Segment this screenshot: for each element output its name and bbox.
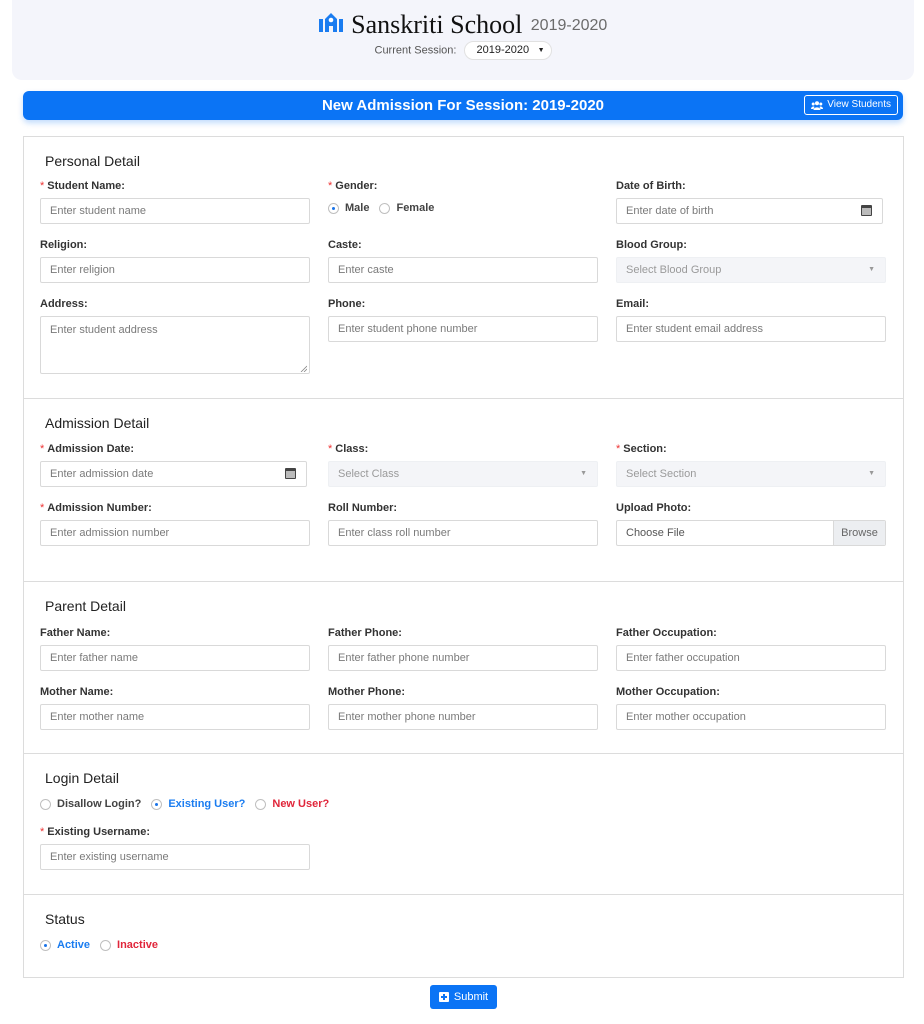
calendar-icon[interactable] <box>861 205 872 216</box>
class-field: * Class: Select Class ▼ <box>328 443 598 487</box>
existing-user-radio[interactable]: Existing User? <box>151 798 245 810</box>
dob-field: Date of Birth: Enter date of birth <box>616 180 883 224</box>
required-marker: * <box>40 826 45 838</box>
school-name: Sanskriti School <box>351 10 523 39</box>
brand: Sanskriti School 2019-2020 <box>12 10 914 40</box>
school-building-icon <box>318 13 343 32</box>
status-section: Status Active Inactive <box>24 895 903 979</box>
religion-field: Religion: Enter religion <box>40 239 310 283</box>
upload-photo-field: Upload Photo: Choose File Browse <box>616 502 886 546</box>
session-select[interactable]: 2019-2020 ▼ <box>463 41 552 60</box>
users-icon <box>811 100 824 110</box>
mother-occupation-field: Mother Occupation: Enter mother occupati… <box>616 686 886 730</box>
gender-male-radio[interactable]: Male <box>328 202 369 214</box>
section-title: Status <box>45 911 85 927</box>
mother-phone-input[interactable]: Enter mother phone number <box>328 704 598 730</box>
father-name-input[interactable]: Enter father name <box>40 645 310 671</box>
chevron-down-icon: ▼ <box>868 266 875 273</box>
email-input[interactable]: Enter student email address <box>616 316 886 342</box>
login-detail-section: Login Detail Disallow Login? Existing Us… <box>24 754 903 895</box>
section-select[interactable]: Select Section ▼ <box>616 461 886 487</box>
required-marker: * <box>40 502 45 514</box>
plus-square-icon <box>438 992 449 1002</box>
status-active-radio[interactable]: Active <box>40 939 90 951</box>
submit-label: Submit <box>453 991 489 1003</box>
existing-username-input[interactable]: Enter existing username <box>40 844 310 870</box>
login-radio-group: Disallow Login? Existing User? New User? <box>40 798 339 810</box>
section-title: Admission Detail <box>45 415 150 431</box>
caste-field: Caste: Enter caste <box>328 239 598 283</box>
required-marker: * <box>328 180 333 192</box>
student-name-input[interactable]: Enter student name <box>40 198 310 224</box>
view-students-label: View Students <box>827 99 891 110</box>
required-marker: * <box>328 443 333 455</box>
email-field: Email: Enter student email address <box>616 298 886 342</box>
status-radio-group: Active Inactive <box>40 939 168 951</box>
parent-detail-section: Parent Detail Father Name: Enter father … <box>24 582 903 754</box>
mother-phone-field: Mother Phone: Enter mother phone number <box>328 686 598 730</box>
school-year: 2019-2020 <box>530 17 608 34</box>
chevron-down-icon: ▼ <box>580 470 587 477</box>
personal-detail-section: Personal Detail * Student Name: Enter stu… <box>24 137 903 399</box>
mother-occupation-input[interactable]: Enter mother occupation <box>616 704 886 730</box>
required-marker: * <box>616 443 621 455</box>
father-phone-input[interactable]: Enter father phone number <box>328 645 598 671</box>
submit-button[interactable]: Submit <box>430 985 497 1009</box>
caste-input[interactable]: Enter caste <box>328 257 598 283</box>
existing-username-field: * Existing Username: Enter existing usern… <box>40 826 310 870</box>
section-title: Personal Detail <box>45 153 140 169</box>
admission-detail-section: Admission Detail * Admission Date: Enter … <box>24 399 903 582</box>
calendar-icon[interactable] <box>285 468 296 479</box>
admission-number-input[interactable]: Enter admission number <box>40 520 310 546</box>
admission-form: Personal Detail * Student Name: Enter stu… <box>23 136 904 978</box>
mother-name-field: Mother Name: Enter mother name <box>40 686 310 730</box>
phone-input[interactable]: Enter student phone number <box>328 316 598 342</box>
new-user-radio[interactable]: New User? <box>255 798 329 810</box>
religion-input[interactable]: Enter religion <box>40 257 310 283</box>
form-title: New Admission For Session: 2019-2020 <box>321 97 605 114</box>
status-inactive-radio[interactable]: Inactive <box>100 939 158 951</box>
blood-group-field: Blood Group: Select Blood Group ▼ <box>616 239 886 283</box>
session-label: Current Session: <box>374 44 457 57</box>
chevron-down-icon: ▼ <box>868 470 875 477</box>
session-value: 2019-2020 <box>476 44 530 56</box>
dob-input[interactable]: Enter date of birth <box>616 198 883 224</box>
father-occupation-input[interactable]: Enter father occupation <box>616 645 886 671</box>
roll-number-input[interactable]: Enter class roll number <box>328 520 598 546</box>
father-phone-field: Father Phone: Enter father phone number <box>328 627 598 671</box>
admission-date-field: * Admission Date: Enter admission date <box>40 443 307 487</box>
phone-field: Phone: Enter student phone number <box>328 298 598 342</box>
father-name-field: Father Name: Enter father name <box>40 627 310 671</box>
gender-field: * Gender: Male Female <box>328 180 598 214</box>
admission-number-field: * Admission Number: Enter admission numbe… <box>40 502 310 546</box>
form-header: New Admission For Session: 2019-2020 Vie… <box>23 91 903 120</box>
required-marker: * <box>40 443 45 455</box>
section-title: Login Detail <box>45 770 119 786</box>
resize-handle-icon[interactable] <box>300 365 307 372</box>
father-occupation-field: Father Occupation: Enter father occupati… <box>616 627 886 671</box>
upload-photo-input[interactable]: Choose File Browse <box>616 520 886 546</box>
session-row: Current Session: 2019-2020 ▼ <box>12 41 914 60</box>
gender-female-radio[interactable]: Female <box>379 202 434 214</box>
disallow-login-radio[interactable]: Disallow Login? <box>40 798 141 810</box>
address-field: Address: Enter student address <box>40 298 310 374</box>
admission-date-input[interactable]: Enter admission date <box>40 461 307 487</box>
address-textarea[interactable]: Enter student address <box>40 316 310 374</box>
blood-group-select[interactable]: Select Blood Group ▼ <box>616 257 886 283</box>
browse-button[interactable]: Browse <box>833 521 885 545</box>
required-marker: * <box>40 180 45 192</box>
chevron-down-icon: ▼ <box>537 47 545 54</box>
section-field: * Section: Select Section ▼ <box>616 443 886 487</box>
roll-number-field: Roll Number: Enter class roll number <box>328 502 598 546</box>
top-brand-bar: Sanskriti School 2019-2020 Current Sessi… <box>12 0 914 80</box>
view-students-button[interactable]: View Students <box>804 95 898 115</box>
mother-name-input[interactable]: Enter mother name <box>40 704 310 730</box>
gender-radio-group: Male Female <box>328 202 444 214</box>
student-name-field: * Student Name: Enter student name <box>40 180 310 224</box>
class-select[interactable]: Select Class ▼ <box>328 461 598 487</box>
section-title: Parent Detail <box>45 598 126 614</box>
